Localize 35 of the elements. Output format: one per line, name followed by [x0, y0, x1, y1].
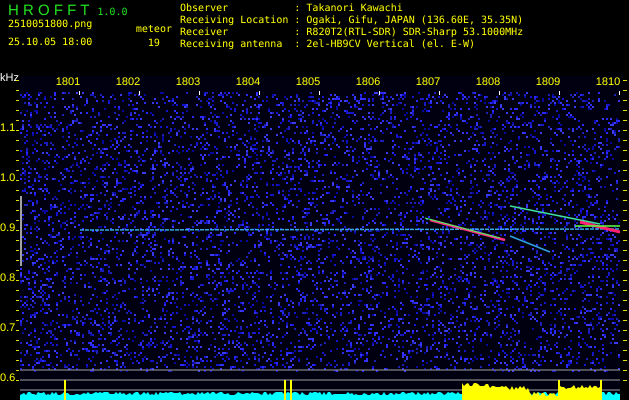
timestamp: 25.10.05 18:00 — [8, 37, 92, 48]
count-value: 19 — [148, 38, 160, 49]
info-value: Ogaki, Gifu, JAPAN (136.60E, 35.35N) — [306, 15, 524, 27]
axis-label: 1805 — [294, 76, 322, 88]
info-separator: : — [294, 39, 300, 51]
axis-label: 1809 — [534, 76, 562, 88]
axis-label: 0.7 — [0, 322, 16, 334]
info-label: Receiving Location — [180, 15, 288, 27]
app-name: H R O F F T — [8, 2, 90, 19]
file-name: 2510051800.png — [8, 19, 92, 30]
axis-label: 0.6 — [0, 372, 16, 384]
axis-label: 0.9 — [0, 222, 16, 234]
app-version: 1.0.0 — [97, 7, 128, 18]
info-separator: : — [294, 27, 300, 39]
info-label: Receiving antenna — [180, 39, 284, 51]
axis-label: 1.1 — [0, 122, 16, 134]
axis-label: 1804 — [234, 76, 262, 88]
axis-label: 1802 — [114, 76, 142, 88]
count-label: meteor — [136, 24, 172, 35]
info-separator: : — [294, 3, 300, 15]
info-value: Takanori Kawachi — [306, 3, 404, 15]
info-label: Receiver — [180, 27, 230, 39]
axis-label: 1808 — [474, 76, 502, 88]
axis-label: 1806 — [354, 76, 382, 88]
info-label: Observer — [180, 3, 230, 15]
axis-label: 1.0 — [0, 172, 16, 184]
info-separator: : — [294, 15, 300, 27]
axis-label: 1801 — [54, 76, 82, 88]
info-value: R820T2(RTL-SDR) SDR-Sharp 53.1000MHz — [306, 27, 524, 39]
info-value: 2el-HB9CV Vertical (el. E-W) — [306, 39, 476, 51]
axis-label: 1803 — [174, 76, 202, 88]
axis-label: 0.8 — [0, 272, 16, 284]
axis-unit: kHz — [0, 72, 19, 84]
axis-label: 1810 — [594, 76, 622, 88]
axis-label: 1807 — [414, 76, 442, 88]
